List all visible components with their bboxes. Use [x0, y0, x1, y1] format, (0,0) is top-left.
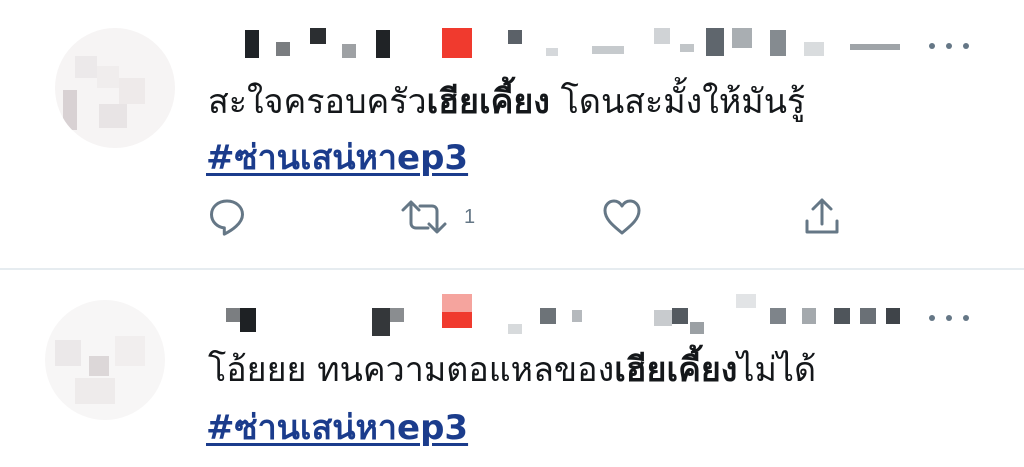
- retweet-count: 1: [464, 205, 476, 228]
- tweet-text-bold: เฮียเคี้ยง: [614, 350, 738, 390]
- avatar[interactable]: [55, 28, 175, 148]
- retweet-button[interactable]: 1: [398, 192, 475, 242]
- avatar[interactable]: [45, 300, 165, 420]
- tweet-text-end: โดนสะมั้งให้มันรู้: [549, 82, 806, 122]
- like-button[interactable]: [600, 192, 644, 242]
- reply-button[interactable]: [205, 192, 249, 242]
- tweet-text-bold: เฮียเคี้ยง: [426, 82, 550, 122]
- tweet[interactable]: สะใจครอบครัวเฮียเคี้ยง โดนสะมั้งให้มันรู…: [0, 0, 1024, 268]
- more-icon[interactable]: [929, 308, 969, 328]
- tweet-text-end: ไม่ได้: [737, 350, 817, 390]
- hashtag-link[interactable]: #ซ่านเสน่หาep3: [206, 406, 468, 450]
- tweet-text: สะใจครอบครัวเฮียเคี้ยง โดนสะมั้งให้มันรู…: [208, 80, 805, 124]
- share-button[interactable]: [800, 192, 844, 242]
- hashtag-link[interactable]: #ซ่านเสน่หาep3: [206, 136, 468, 180]
- tweet-text-start: สะใจครอบครัว: [208, 82, 427, 122]
- share-icon: [805, 198, 839, 234]
- retweet-icon: [401, 200, 447, 234]
- tweet-actions: 1: [205, 192, 855, 242]
- reply-icon: [210, 199, 244, 236]
- author-name-censored[interactable]: [210, 22, 930, 58]
- tweet[interactable]: โอ้ยยย ทนความตอแหลของเฮียเคี้ยงไม่ได้ #ซ…: [0, 270, 1024, 467]
- author-name-censored[interactable]: [210, 294, 930, 336]
- tweet-text-start: โอ้ยยย ทนความตอแหลของ: [208, 350, 615, 390]
- more-icon[interactable]: [929, 36, 969, 56]
- heart-icon: [603, 199, 641, 235]
- tweet-text: โอ้ยยย ทนความตอแหลของเฮียเคี้ยงไม่ได้: [208, 348, 816, 392]
